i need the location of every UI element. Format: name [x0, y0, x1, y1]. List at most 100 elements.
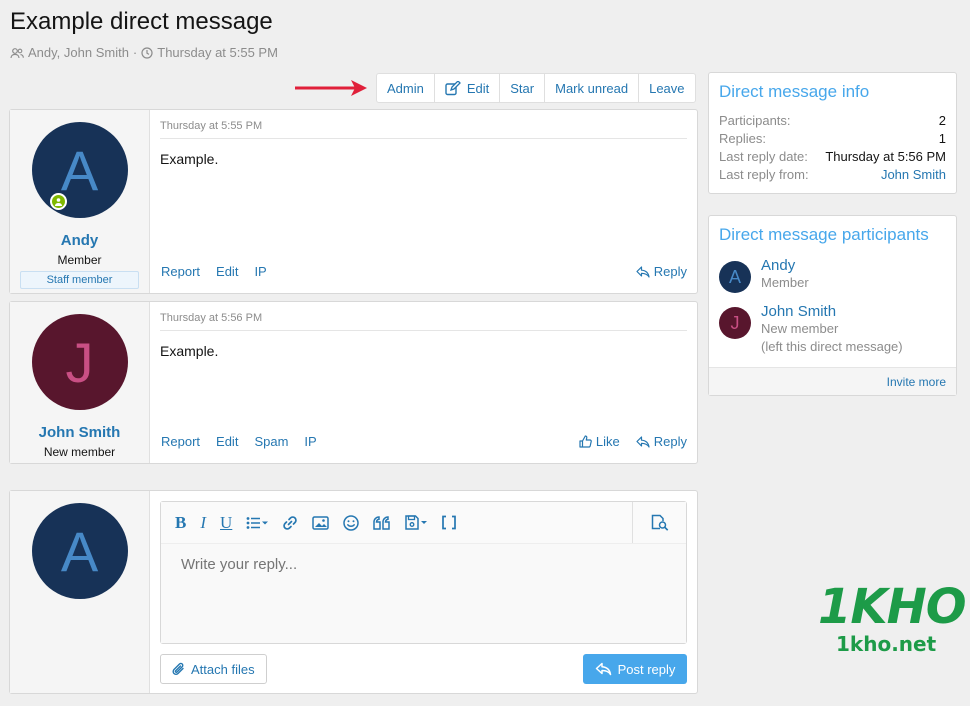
reply-input[interactable]	[161, 544, 686, 643]
like-link[interactable]: Like	[579, 434, 620, 449]
conversation-actions: Admin Edit Star Mark unread Leave	[376, 73, 696, 103]
preview-icon	[651, 514, 668, 531]
avatar[interactable]: A	[31, 503, 128, 599]
meta-separator: ·	[132, 45, 138, 60]
mark-unread-button[interactable]: Mark unread	[545, 74, 640, 102]
info-value: 2	[938, 113, 946, 128]
ip-link[interactable]: IP	[254, 264, 266, 279]
info-row: Replies: 1	[709, 130, 956, 148]
info-value: 1	[938, 131, 946, 146]
drafts-button[interactable]	[405, 515, 428, 530]
dm-info-block: Direct message info Participants: 2 Repli…	[708, 72, 957, 194]
message-date[interactable]: Thursday at 5:56 PM	[160, 312, 687, 331]
reply-label: Reply	[653, 434, 687, 449]
message-body: Thursday at 5:55 PM Example. Report Edit…	[150, 110, 697, 293]
avatar[interactable]: J	[31, 314, 128, 410]
brackets-icon	[442, 515, 457, 530]
user-title: New member	[43, 445, 116, 459]
message-text: Example.	[160, 343, 219, 359]
users-icon	[10, 47, 24, 58]
info-label: Participants:	[719, 113, 791, 128]
avatar-letter: J	[65, 330, 94, 394]
invite-more-link[interactable]: Invite more	[887, 375, 946, 389]
bold-button[interactable]: B	[175, 513, 186, 533]
edit-link[interactable]: Edit	[216, 434, 238, 449]
list-icon	[246, 516, 269, 529]
staff-banner: Staff member	[20, 271, 139, 289]
username[interactable]: John Smith	[39, 424, 121, 441]
avatar[interactable]: A	[31, 122, 128, 218]
italic-button[interactable]: I	[200, 513, 206, 533]
message-date[interactable]: Thursday at 5:55 PM	[160, 120, 687, 139]
participant-avatar[interactable]: A	[719, 261, 751, 293]
info-label: Replies:	[719, 131, 766, 146]
star-label: Star	[510, 80, 535, 96]
participant-note: (left this direct message)	[761, 339, 903, 354]
avatar-letter: A	[60, 138, 99, 202]
participant-name[interactable]: Andy	[761, 257, 795, 274]
participant-avatar[interactable]: J	[719, 307, 751, 339]
username[interactable]: Andy	[61, 232, 99, 249]
admin-button[interactable]: Admin	[377, 74, 435, 102]
dm-participants-block: Direct message participants A Andy Membe…	[708, 215, 957, 396]
link-icon	[283, 515, 298, 530]
reply-icon	[595, 662, 611, 676]
rich-text-editor: B I U	[160, 501, 687, 644]
save-icon	[405, 515, 428, 530]
ip-link[interactable]: IP	[304, 434, 316, 449]
spam-link[interactable]: Spam	[254, 434, 288, 449]
image-icon	[312, 515, 330, 530]
report-link[interactable]: Report	[161, 434, 200, 449]
dm-info-title: Direct message info	[719, 82, 870, 101]
editor-toolbar: B I U	[161, 502, 686, 544]
watermark-logo: 1KHO	[818, 579, 967, 635]
message: J John Smith New member Thursday at 5:56…	[9, 301, 698, 464]
avatar-letter: A	[728, 266, 741, 287]
start-date-link[interactable]: Thursday at 5:55 PM	[157, 45, 278, 60]
participant-name[interactable]: John Smith	[761, 303, 836, 320]
reply-label: Reply	[653, 264, 687, 279]
participants-link[interactable]: Andy, John Smith	[28, 45, 129, 60]
post-reply-button[interactable]: Post reply	[583, 654, 687, 684]
info-row: Last reply from: John Smith	[709, 166, 956, 184]
list-button[interactable]	[246, 516, 269, 530]
reply-link[interactable]: Reply	[636, 264, 687, 279]
page-meta: Andy, John Smith · Thursday at 5:55 PM	[10, 45, 278, 60]
message-actions: Report Edit IP Reply	[161, 264, 687, 279]
image-button[interactable]	[312, 515, 330, 530]
smile-icon	[343, 514, 360, 531]
leave-button[interactable]: Leave	[639, 74, 694, 102]
post-reply-label: Post reply	[617, 661, 676, 677]
thumbs-up-icon	[579, 435, 592, 448]
report-link[interactable]: Report	[161, 264, 200, 279]
message-text: Example.	[160, 151, 219, 167]
star-button[interactable]: Star	[500, 74, 546, 102]
link-button[interactable]	[282, 515, 298, 531]
reply-link[interactable]: Reply	[636, 434, 687, 449]
participant-title: Member	[761, 275, 809, 290]
page-title: Example direct message	[10, 8, 273, 35]
edit-button[interactable]: Edit	[435, 74, 501, 102]
avatar-letter: J	[730, 312, 740, 333]
participant-item: J John Smith New member (left this direc…	[709, 301, 956, 364]
reply-icon	[636, 265, 650, 278]
edit-label: Edit	[466, 80, 490, 96]
message-body: Thursday at 5:56 PM Example. Report Edit…	[150, 302, 697, 463]
last-reply-user-link[interactable]: John Smith	[881, 166, 946, 184]
annotation-arrow-icon	[295, 80, 367, 96]
participant-item: A Andy Member	[709, 255, 956, 301]
code-button[interactable]	[441, 515, 457, 530]
watermark-site: 1kho.net	[836, 632, 937, 656]
attach-files-button[interactable]: Attach files	[160, 654, 267, 684]
avatar-letter: A	[60, 519, 99, 583]
edit-link[interactable]: Edit	[216, 264, 238, 279]
preview-button[interactable]	[632, 502, 686, 543]
emoji-button[interactable]	[343, 514, 360, 531]
info-value[interactable]: Thursday at 5:56 PM	[825, 148, 946, 166]
quote-button[interactable]	[373, 515, 391, 530]
quote-icon	[373, 515, 391, 530]
reply-user: A	[10, 491, 150, 693]
edit-icon	[445, 80, 461, 95]
underline-button[interactable]: U	[220, 513, 232, 533]
leave-label: Leave	[649, 80, 685, 96]
